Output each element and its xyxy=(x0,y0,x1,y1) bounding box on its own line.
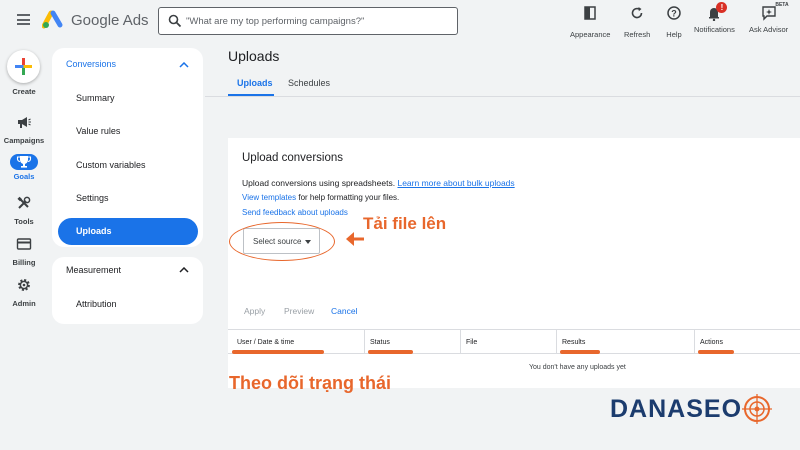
megaphone-icon xyxy=(18,117,31,128)
rail-item-create[interactable]: Create xyxy=(0,85,48,96)
preview-button[interactable]: Preview xyxy=(284,306,314,316)
apply-button[interactable]: Apply xyxy=(244,306,265,316)
send-feedback-link[interactable]: Send feedback about uploads xyxy=(242,208,348,217)
rail-label-campaigns: Campaigns xyxy=(3,136,45,145)
subnav-item-uploads[interactable]: Uploads xyxy=(58,218,198,245)
chevron-up-icon[interactable] xyxy=(179,267,189,273)
subnav-item-value-rules[interactable]: Value rules xyxy=(76,126,120,136)
highlight-underline xyxy=(698,350,734,354)
templates-line: View templates for help formatting your … xyxy=(242,193,399,202)
tab-uploads[interactable]: Uploads xyxy=(237,78,273,88)
page-title: Uploads xyxy=(228,48,280,64)
column-divider xyxy=(694,330,695,353)
rail-item-goals[interactable]: Goals xyxy=(0,154,48,181)
trophy-icon xyxy=(16,156,32,168)
help-label: Help xyxy=(666,30,682,39)
highlight-oval xyxy=(229,222,335,261)
rail-label-goals: Goals xyxy=(13,172,35,181)
card-icon xyxy=(16,238,32,250)
subnav-conversions: Conversions Summary Value rules Custom v… xyxy=(52,48,203,247)
beta-badge: BETA xyxy=(775,2,789,8)
templates-suffix: for help formatting your files. xyxy=(298,193,400,202)
subnav-item-settings[interactable]: Settings xyxy=(76,193,109,203)
brand-name: Google Ads xyxy=(71,12,149,29)
card-description: Upload conversions using spreadsheets. L… xyxy=(242,178,515,188)
column-divider xyxy=(556,330,557,353)
highlight-underline xyxy=(560,350,600,354)
rail-label-tools: Tools xyxy=(14,217,34,226)
help-icon: ? xyxy=(667,6,681,20)
learn-more-link[interactable]: Learn more about bulk uploads xyxy=(397,178,514,188)
refresh-icon xyxy=(631,7,643,19)
notifications-button[interactable]: ! Notifications xyxy=(694,2,735,34)
tab-divider xyxy=(205,96,800,97)
subnav-item-attribution[interactable]: Attribution xyxy=(76,299,117,309)
help-button[interactable]: ? Help xyxy=(666,5,682,39)
arrow-left-icon xyxy=(346,232,364,246)
danaseo-logo: DANASEO xyxy=(610,394,772,424)
annotation-upload: Tải file lên xyxy=(363,214,447,233)
subnav-measurement: Measurement Attribution xyxy=(52,257,203,324)
subnav-item-custom-variables[interactable]: Custom variables xyxy=(76,160,146,170)
column-status[interactable]: Status xyxy=(370,339,390,346)
refresh-button[interactable]: Refresh xyxy=(624,5,650,39)
appearance-icon xyxy=(584,6,596,20)
notifications-label: Notifications xyxy=(694,25,735,34)
description-text: Upload conversions using spreadsheets. xyxy=(242,178,396,188)
column-divider xyxy=(364,330,365,353)
google-ads-logo[interactable] xyxy=(42,9,64,29)
tab-schedules[interactable]: Schedules xyxy=(288,78,330,88)
create-button[interactable] xyxy=(7,50,40,83)
ask-advisor-icon xyxy=(761,6,776,21)
subnav-item-uploads-label: Uploads xyxy=(76,226,112,236)
cancel-button[interactable]: Cancel xyxy=(331,306,357,316)
column-results[interactable]: Results xyxy=(562,339,585,346)
tools-icon xyxy=(17,196,31,209)
column-divider xyxy=(460,330,461,353)
view-templates-link[interactable]: View templates xyxy=(242,193,296,202)
column-user-date[interactable]: User / Date & time xyxy=(237,339,294,346)
top-bar: Google Ads Appearance Refresh ? Help xyxy=(0,0,800,44)
search-input[interactable] xyxy=(186,13,448,29)
target-icon xyxy=(742,394,772,424)
search-icon xyxy=(168,14,182,28)
danaseo-wordmark: DANASEO xyxy=(610,395,743,423)
refresh-label: Refresh xyxy=(624,30,651,39)
rail-label-admin: Admin xyxy=(12,299,36,308)
chevron-up-icon[interactable] xyxy=(179,62,189,68)
rail-item-tools[interactable]: Tools xyxy=(0,196,48,226)
annotation-track-status: Theo dõi trạng thái xyxy=(229,373,391,393)
rail-item-admin[interactable]: Admin xyxy=(0,278,48,308)
notification-badge: ! xyxy=(716,2,728,13)
column-file[interactable]: File xyxy=(466,339,477,346)
appearance-label: Appearance xyxy=(570,30,611,39)
rail-item-billing[interactable]: Billing xyxy=(0,237,48,267)
rail-label-create: Create xyxy=(12,87,36,96)
card-title: Upload conversions xyxy=(242,152,344,164)
column-actions[interactable]: Actions xyxy=(700,339,723,346)
ask-advisor-label: Ask Advisor xyxy=(749,25,789,34)
search-bar[interactable] xyxy=(158,7,458,35)
menu-icon[interactable] xyxy=(17,14,30,25)
rail-item-campaigns[interactable]: Campaigns xyxy=(0,115,48,145)
ask-advisor-button[interactable]: BETA Ask Advisor xyxy=(749,2,789,34)
rail-label-billing: Billing xyxy=(12,258,36,267)
plus-icon xyxy=(15,58,32,75)
highlight-underline xyxy=(232,350,324,354)
subnav-section-conversions[interactable]: Conversions xyxy=(66,59,116,69)
svg-text:?: ? xyxy=(671,9,677,19)
empty-table-message: You don't have any uploads yet xyxy=(529,364,626,371)
highlight-underline xyxy=(368,350,413,354)
left-rail: Create Campaigns Goals Tools Billing Adm… xyxy=(0,44,48,450)
subnav-section-measurement[interactable]: Measurement xyxy=(66,265,121,275)
appearance-button[interactable]: Appearance xyxy=(570,5,610,39)
subnav-item-summary[interactable]: Summary xyxy=(76,93,115,103)
gear-icon xyxy=(18,279,30,291)
